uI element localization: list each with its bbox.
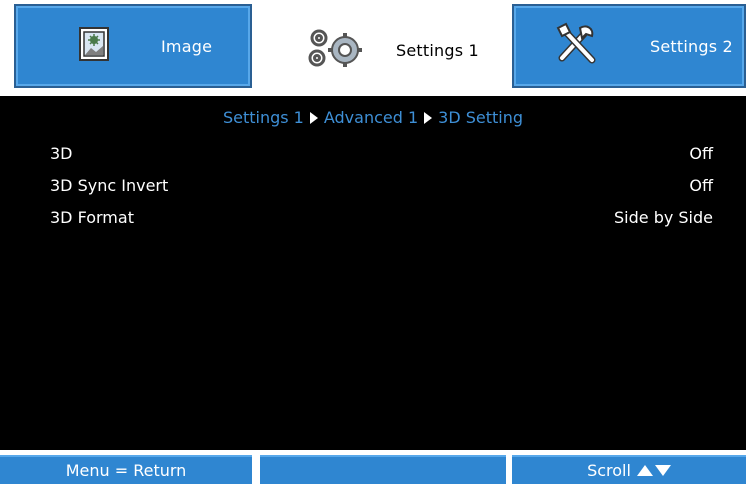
setting-label: 3D Sync Invert [50, 176, 169, 195]
setting-row-3d-sync-invert[interactable]: 3D Sync Invert Off [50, 172, 713, 198]
setting-label: 3D [50, 144, 73, 163]
tab-settings-2[interactable]: Settings 2 [512, 4, 746, 88]
footer-middle [260, 455, 506, 484]
setting-value[interactable]: Off [689, 144, 713, 163]
osd-menu: Image Settings 1 Settings 2 Settings 1 A… [0, 0, 746, 484]
chevron-right-icon [309, 112, 318, 124]
settings-panel: Settings 1 Advanced 1 3D Setting 3D Off 3D… [0, 96, 746, 450]
setting-value[interactable]: Off [689, 176, 713, 195]
tools-icon [554, 22, 602, 70]
tab-settings-1-label: Settings 1 [396, 40, 479, 60]
chevron-right-icon [424, 112, 433, 124]
footer-scroll: Scroll [512, 455, 746, 484]
breadcrumb-item-settings-1: Settings 1 [222, 108, 304, 127]
breadcrumb-item-3d-setting: 3D Setting [438, 108, 524, 127]
breadcrumb: Settings 1 Advanced 1 3D Setting [0, 108, 746, 127]
image-icon [79, 27, 109, 65]
tab-image[interactable]: Image [14, 4, 252, 88]
setting-row-3d-format[interactable]: 3D Format Side by Side [50, 204, 713, 230]
arrow-up-icon [636, 465, 653, 476]
footer-right-label: Scroll [587, 461, 631, 480]
scroll-arrows [636, 465, 671, 476]
tab-settings-1[interactable]: Settings 1 [261, 4, 507, 96]
setting-row-3d[interactable]: 3D Off [50, 140, 713, 166]
arrow-down-icon [654, 465, 671, 476]
setting-value[interactable]: Side by Side [614, 208, 713, 227]
tab-settings-2-label: Settings 2 [650, 36, 733, 56]
gears-icon [303, 26, 367, 74]
tab-image-label: Image [161, 36, 213, 56]
setting-label: 3D Format [50, 208, 134, 227]
footer-left-label: Menu = Return [65, 461, 187, 480]
footer-menu-return: Menu = Return [0, 455, 252, 484]
breadcrumb-item-advanced-1: Advanced 1 [323, 108, 419, 127]
